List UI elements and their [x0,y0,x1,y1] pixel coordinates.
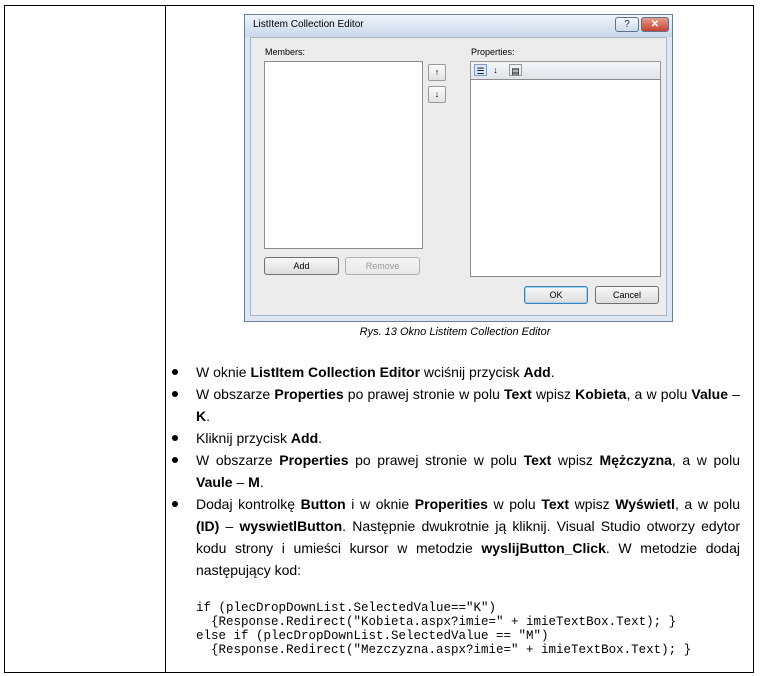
instruction-list: W oknie ListItem Collection Editor wciśn… [172,361,740,581]
bold-term: Properities [414,496,488,512]
move-up-button[interactable]: ↑ [428,64,446,81]
bullet-icon [172,457,178,463]
members-listbox[interactable] [264,61,423,249]
close-button[interactable]: ✕ [641,17,669,32]
figure-caption: Rys. 13 Okno Listitem Collection Editor [359,326,551,338]
categorized-icon[interactable]: ☰ [474,64,487,76]
instruction-text: . [259,474,264,490]
bold-term: ListItem Collection Editor [250,364,421,380]
bullet-icon [172,435,178,441]
bullet-icon [172,391,178,397]
instruction-text: W oknie [196,364,251,380]
properties-label: Properties: [471,47,515,57]
instruction-text: . [550,364,555,380]
instruction-text: po prawej stronie w polu [343,386,505,402]
bold-term: wyslijButton_Click [481,540,606,556]
bold-term: K [196,408,207,424]
bold-term: Button [300,496,346,512]
listitem-editor-dialog: ListItem Collection Editor ? ✕ Members: … [244,14,673,322]
instruction-text: po prawej stronie w polu [348,452,524,468]
instruction-text: W obszarze [196,386,275,402]
bold-term: M [248,474,260,490]
instruction-item: W oknie ListItem Collection Editor wciśn… [172,361,740,383]
bold-term: Kobieta [575,386,627,402]
bold-term: Properties [274,386,344,402]
members-label: Members: [265,47,306,57]
instruction-text: Kliknij przycisk [196,430,291,446]
bold-term: Text [541,496,570,512]
code-snippet: if (plecDropDownList.SelectedValue=="K")… [196,601,692,657]
instruction-item: Dodaj kontrolkę Button i w oknie Properi… [172,493,740,581]
instruction-text: , a w polu [674,496,740,512]
instruction-text: wpisz [551,452,600,468]
bullet-icon [172,369,178,375]
bold-term: Text [504,386,532,402]
instruction-text: – [728,386,740,402]
bold-term: Text [523,452,552,468]
instruction-text: wpisz [531,386,576,402]
instruction-text: i w oknie [345,496,415,512]
add-button[interactable]: Add [264,257,339,275]
move-down-button[interactable]: ↓ [428,86,446,103]
properties-grid[interactable] [470,79,661,277]
instruction-text: w polu [487,496,542,512]
bold-term: Add [290,430,319,446]
properties-toolbar: ☰ ↓ ▤ [470,61,661,79]
bold-term: Mężczyzna [599,452,672,468]
instruction-item: W obszarze Properties po prawej stronie … [172,449,740,493]
bold-term: wyswietlButton [239,518,343,534]
instruction-text: , a w polu [626,386,692,402]
down-arrow-icon: ↓ [434,89,440,99]
bold-term: (ID) [196,518,220,534]
property-pages-icon[interactable]: ▤ [509,64,522,76]
cancel-button[interactable]: Cancel [595,286,659,304]
instruction-text: . [206,408,211,424]
bold-term: Add [523,364,551,380]
bold-term: Value [691,386,728,402]
instruction-text: Dodaj kontrolkę [196,496,301,512]
instruction-text: – [232,474,249,490]
bullet-icon [172,501,178,507]
dialog-title: ListItem Collection Editor [253,19,364,30]
instruction-text: – [219,518,240,534]
instruction-item: Kliknij przycisk Add. [172,427,740,449]
instruction-text: W obszarze [196,452,280,468]
bold-term: Wyświetl [615,496,675,512]
instruction-text: , a w polu [671,452,740,468]
dialog-client: Members: ↑ ↓ Add Remove Properties: ☰ ↓ … [250,37,667,316]
instruction-text: wpisz [569,496,616,512]
remove-button[interactable]: Remove [345,257,420,275]
dialog-titlebar: ListItem Collection Editor ? ✕ [245,15,672,37]
bold-term: Properties [279,452,349,468]
column-divider [165,6,166,672]
alphabetical-icon[interactable]: ↓ [489,64,502,76]
instruction-text: wciśnij przycisk [420,364,524,380]
instruction-text: . [318,430,323,446]
instruction-item: W obszarze Properties po prawej stronie … [172,383,740,427]
ok-button[interactable]: OK [524,286,588,304]
up-arrow-icon: ↑ [434,67,440,77]
help-button[interactable]: ? [615,17,639,32]
bold-term: Vaule [196,474,233,490]
